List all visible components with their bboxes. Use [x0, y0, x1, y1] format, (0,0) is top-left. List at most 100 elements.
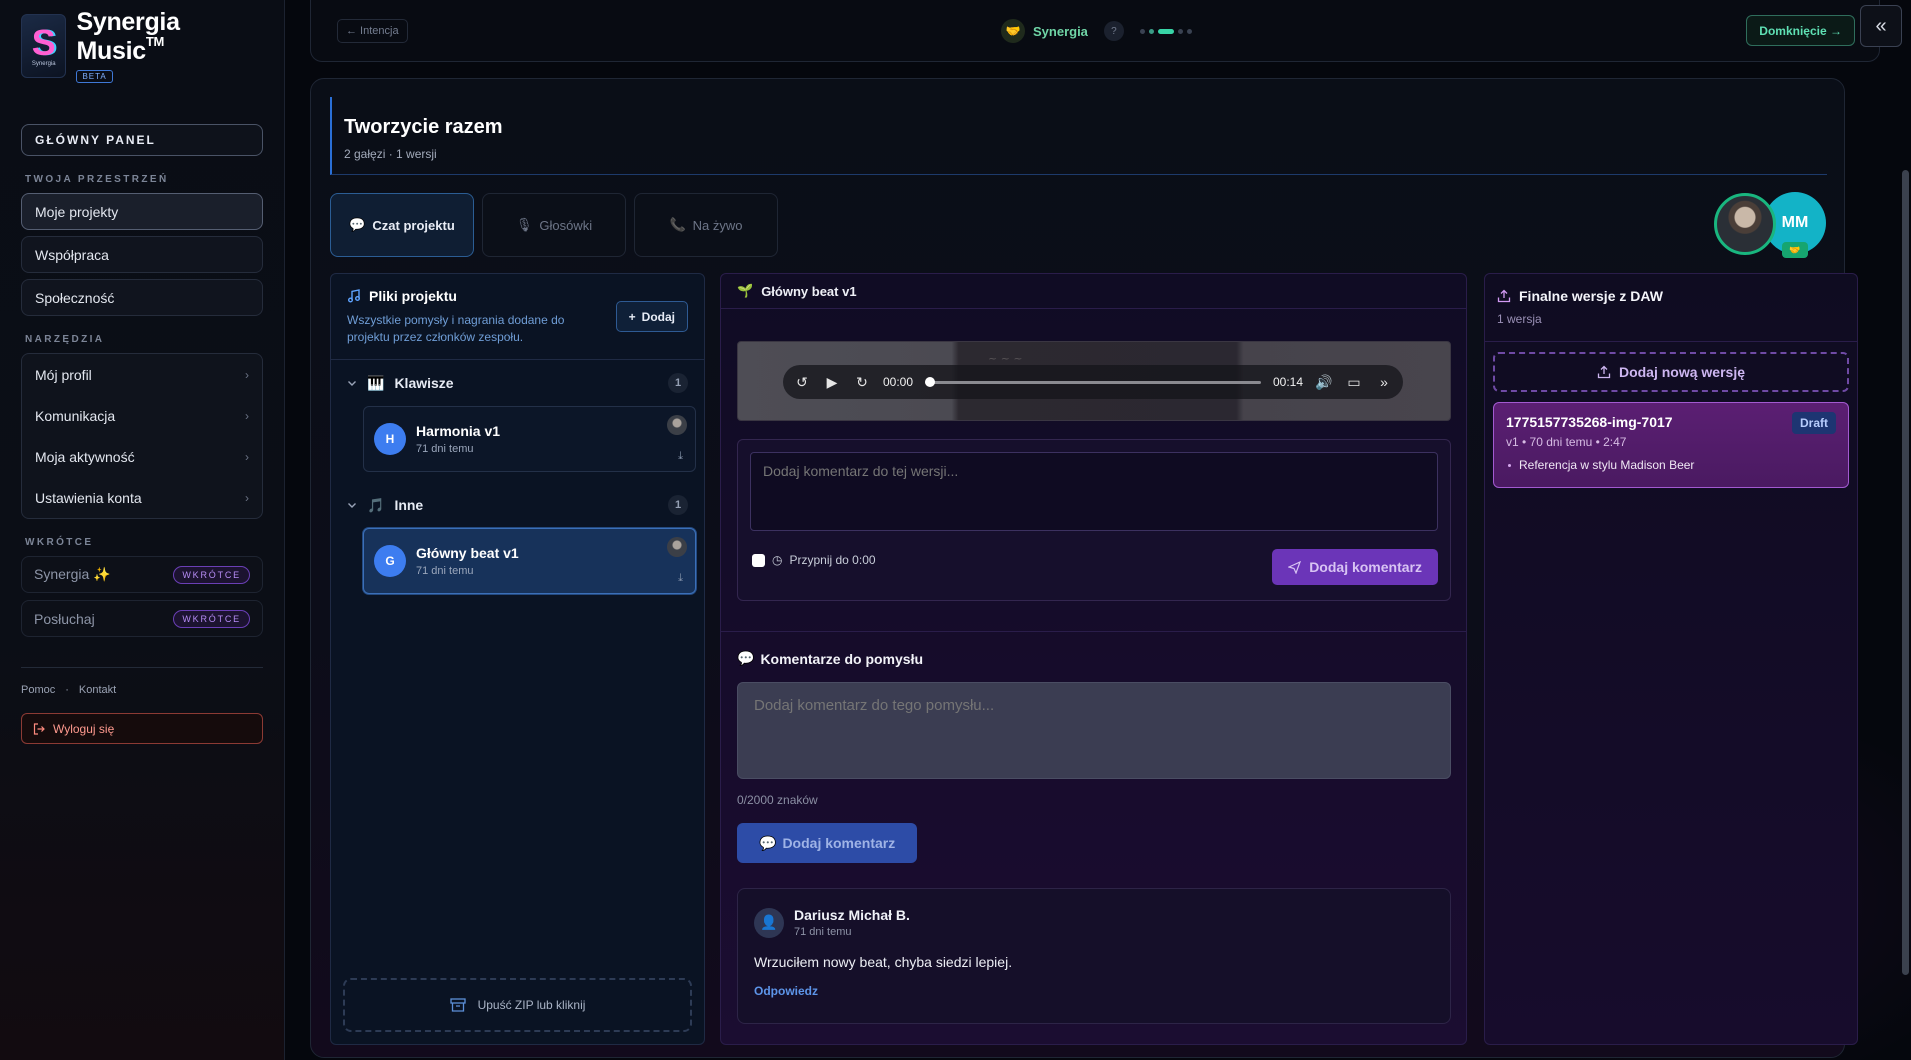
file-item[interactable]: H Harmonia v1 71 dni temu ⤓: [363, 406, 696, 472]
seek-bar[interactable]: [925, 376, 1261, 387]
tab-live[interactable]: 📞 Na żywo: [634, 193, 778, 257]
help-icon[interactable]: ?: [1103, 21, 1124, 41]
pin-label: Przypnij do 0:00: [789, 553, 876, 567]
version-header: 🌱 Główny beat v1: [721, 274, 1466, 309]
beta-badge: BETA: [76, 70, 113, 83]
chevron-down-icon: [347, 378, 357, 388]
top-bar: ← Intencja 🤝 Synergia ? Domknięcie →: [310, 0, 1880, 62]
download-icon[interactable]: ⤓: [678, 450, 683, 463]
progress-dot-active: [1157, 28, 1174, 34]
logout-icon: [33, 722, 45, 735]
zip-dropzone[interactable]: Upuść ZIP lub kliknij: [343, 978, 692, 1032]
sidebar-item-my-projects[interactable]: Moje projekty: [21, 193, 263, 230]
progress-dots: [1139, 28, 1192, 34]
sidebar-item-synergia[interactable]: Synergia ✨ WKRÓTCE: [21, 556, 263, 593]
send-icon: [1288, 560, 1302, 574]
soon-badge: WKRÓTCE: [173, 609, 250, 628]
brand-name: Synergia MusicTM: [76, 8, 180, 65]
avatar-photo[interactable]: [1714, 193, 1776, 255]
plus-icon: +: [628, 309, 636, 324]
main-panel-button[interactable]: GŁÓWNY PANEL: [21, 124, 263, 156]
tab-voice-notes[interactable]: 🎙 Głosówki: [482, 193, 626, 257]
seek-knob[interactable]: [925, 376, 936, 387]
add-file-button[interactable]: + Dodaj: [615, 301, 688, 332]
group-name: Inne: [394, 497, 424, 513]
sidebar-divider: [21, 667, 263, 668]
tools-list: Mój profil › Komunikacja › Moja aktywność ›…: [21, 353, 263, 519]
daw-versions-panel: Finalne wersje z DAW 1 wersja Dodaj nową…: [1484, 273, 1858, 1045]
double-chevron-left-icon: «: [1875, 14, 1887, 37]
volume-icon[interactable]: 🔊: [1315, 374, 1333, 391]
add-idea-comment-button[interactable]: 💬 Dodaj komentarz: [737, 823, 918, 863]
logout-button[interactable]: Wyloguj się: [21, 713, 263, 744]
contact-link[interactable]: Kontakt: [79, 684, 116, 696]
user-icon: 👤: [754, 907, 784, 938]
tab-label: Głosówki: [539, 217, 593, 233]
daw-title-text: Finalne wersje z DAW: [1519, 288, 1663, 304]
brand-logo: S Synergia: [21, 14, 67, 78]
rewind-icon[interactable]: ↺: [793, 374, 811, 391]
comment-item: 👤 Dariusz Michał B. 71 dni temu Wrzuciłe…: [737, 888, 1451, 1024]
version-detail-panel: 🌱 Główny beat v1 ~ ~ ~ ↺ ▶ ↻ 00:00 00:14…: [720, 273, 1467, 1045]
daw-version-item[interactable]: 1775157735268-img-7017 v1 • 70 dni temu …: [1493, 402, 1849, 488]
group-count: 1: [668, 495, 688, 515]
idea-comment-input[interactable]: [737, 682, 1451, 779]
file-time: 71 dni temu: [416, 565, 474, 577]
comment-author: Dariusz Michał B.: [794, 907, 910, 923]
files-title-text: Pliki projektu: [369, 288, 457, 304]
finish-button[interactable]: Domknięcie →: [1746, 15, 1855, 46]
version-comment-input[interactable]: [750, 452, 1438, 531]
bullet: [1508, 463, 1511, 467]
upload-icon: [1497, 289, 1511, 303]
idea-comments-title: 💬 Komentarze do pomysłu: [737, 650, 923, 667]
group-name: Klawisze: [394, 375, 454, 391]
page-title: Tworzycie razem: [344, 116, 503, 138]
tool-label: Moja aktywność: [35, 448, 135, 465]
progress-dot: [1186, 28, 1192, 34]
reply-link[interactable]: Odpowiedz: [754, 984, 1434, 998]
download-icon[interactable]: ⤓: [678, 572, 683, 585]
version-meta: v1 • 70 dni temu • 2:47: [1506, 435, 1627, 449]
sidebar-item-profile[interactable]: Mój profil ›: [22, 354, 262, 395]
page-scrollbar[interactable]: [1902, 170, 1909, 975]
sidebar-item-collaboration[interactable]: Współpraca: [21, 236, 263, 273]
zip-label: Upuść ZIP lub kliknij: [477, 998, 586, 1012]
group-count: 1: [668, 373, 688, 393]
section-divider: [721, 631, 1466, 632]
sidebar: S Synergia Synergia MusicTM BETA GŁÓWNY …: [0, 0, 285, 1060]
file-time: 71 dni temu: [416, 443, 474, 455]
handshake-icon: 🤝: [1782, 242, 1808, 258]
chat-icon: 💬: [349, 217, 366, 232]
file-group-keys[interactable]: 🎹 Klawisze 1: [331, 360, 704, 406]
brand[interactable]: S Synergia Synergia MusicTM BETA: [21, 8, 263, 83]
add-new-version-button[interactable]: Dodaj nową wersję: [1493, 352, 1849, 392]
sidebar-item-listen[interactable]: Posłuchaj WKRÓTCE: [21, 600, 263, 637]
files-description: Wszystkie pomysły i nagrania dodane do p…: [347, 313, 565, 344]
sidebar-item-activity[interactable]: Moja aktywność ›: [22, 436, 262, 477]
collapse-panel-button[interactable]: «: [1860, 5, 1902, 47]
project-files-panel: Pliki projektu Wszystkie pomysły i nagra…: [330, 273, 705, 1045]
file-item-selected[interactable]: G Główny beat v1 71 dni temu ⤓: [363, 528, 696, 594]
tab-project-chat[interactable]: 💬 Czat projektu: [330, 193, 474, 257]
more-controls-icon[interactable]: »: [1375, 374, 1393, 390]
play-icon[interactable]: ▶: [823, 374, 841, 391]
sidebar-item-account-settings[interactable]: Ustawienia konta ›: [22, 477, 262, 518]
file-name: Harmonia v1: [416, 423, 501, 439]
tool-label: Mój profil: [35, 366, 92, 383]
pin-timestamp[interactable]: ◷ Przypnij do 0:00: [752, 553, 876, 567]
forward-icon[interactable]: ↻: [853, 374, 871, 391]
help-link[interactable]: Pomoc: [21, 684, 55, 696]
sidebar-item-communication[interactable]: Komunikacja ›: [22, 395, 262, 436]
sidebar-item-community[interactable]: Społeczność: [21, 279, 263, 316]
file-avatar: G: [374, 545, 406, 577]
back-to-intention-button[interactable]: ← Intencja: [337, 19, 408, 43]
member-avatars[interactable]: MM 🤝: [1714, 192, 1826, 258]
file-group-other[interactable]: 🎵 Inne 1: [331, 482, 704, 528]
progress-dot: [1177, 28, 1183, 34]
cast-icon[interactable]: ▭: [1345, 374, 1363, 391]
logo-s-icon: S: [31, 22, 56, 63]
add-version-comment-button[interactable]: Dodaj komentarz: [1272, 549, 1438, 585]
progress-dot: [1139, 28, 1145, 34]
version-note-text: Referencja w stylu Madison Beer: [1519, 458, 1695, 472]
pin-checkbox[interactable]: [752, 553, 765, 567]
